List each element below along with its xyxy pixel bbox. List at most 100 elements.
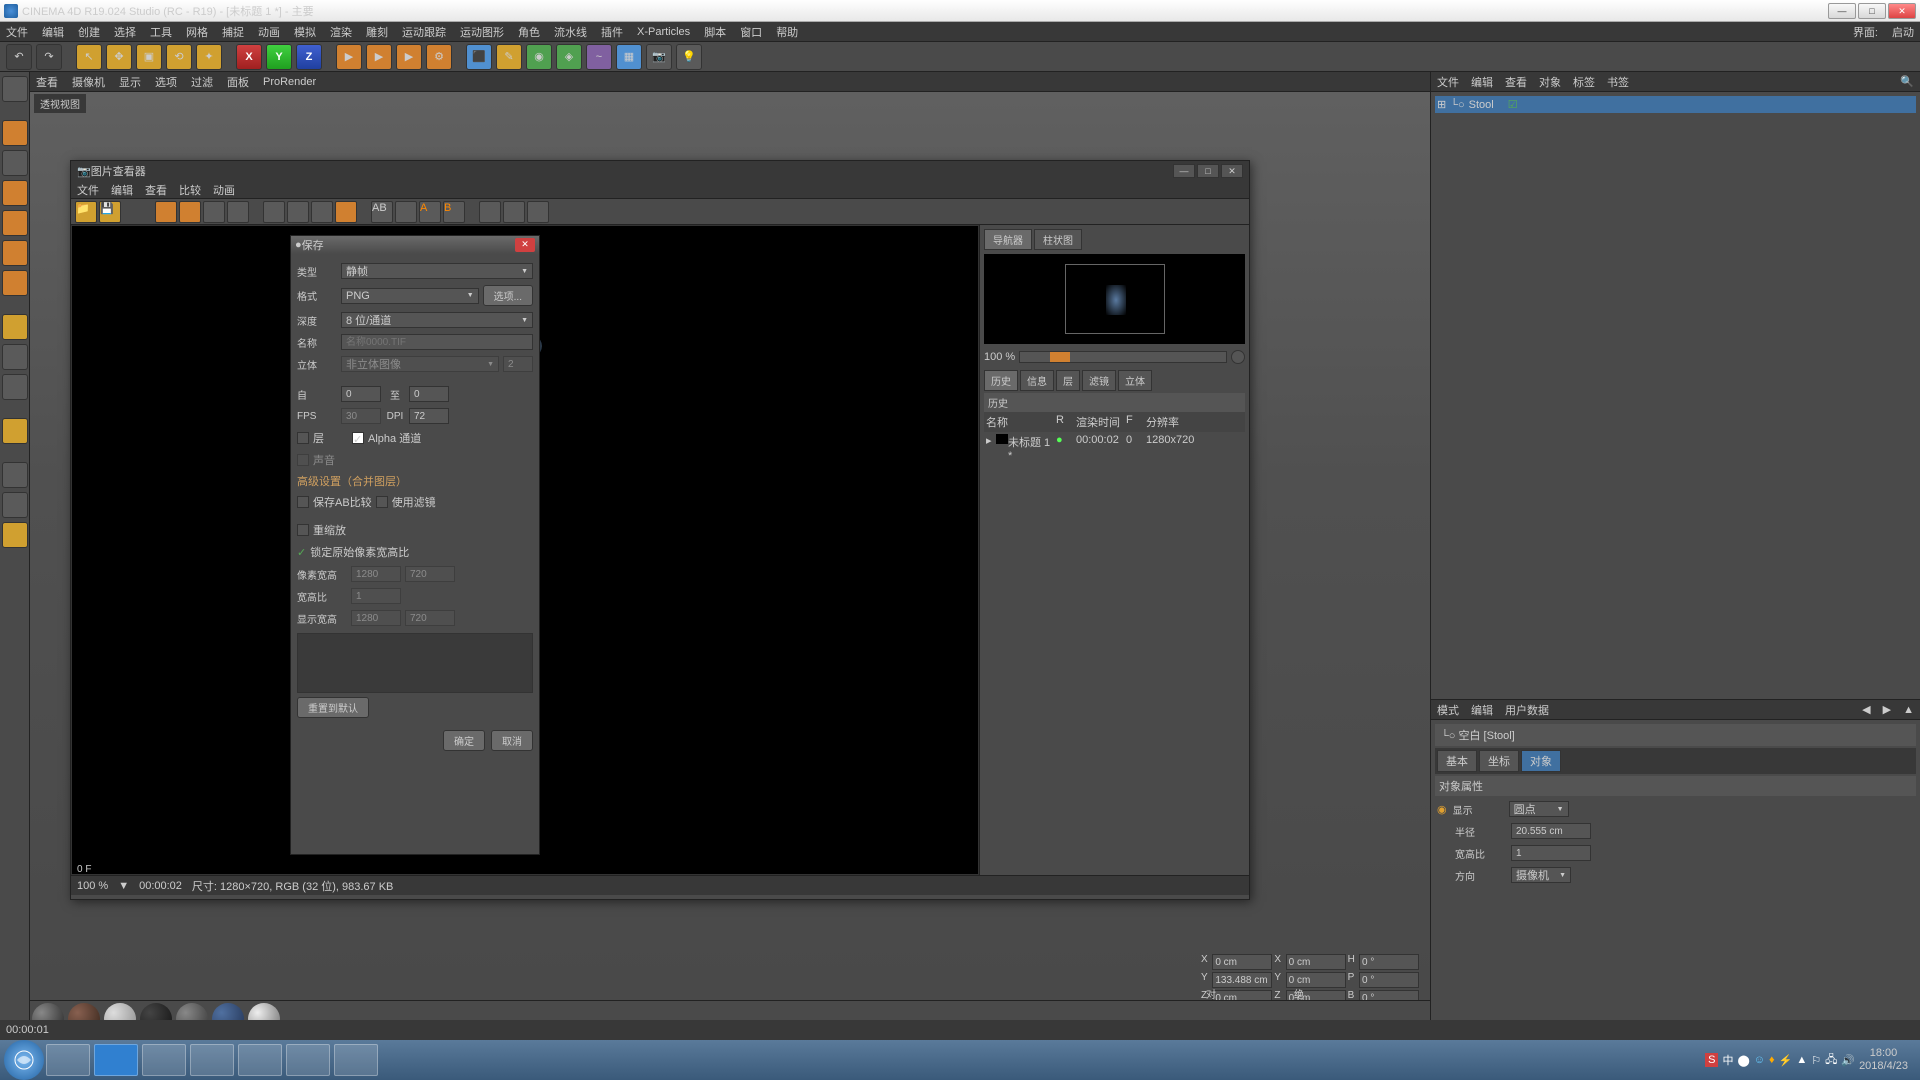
close-button[interactable]: ✕ — [1888, 3, 1916, 19]
pv-tool3-button[interactable] — [203, 201, 225, 223]
x-size-input[interactable] — [1286, 954, 1346, 970]
menu-edit[interactable]: 编辑 — [42, 24, 64, 40]
p-input[interactable] — [1359, 972, 1419, 988]
pv-channel2-button[interactable] — [287, 201, 309, 223]
workplane2-button[interactable] — [2, 418, 28, 444]
floor-button[interactable]: ▦ — [616, 44, 642, 70]
last-tool[interactable]: ✦ — [196, 44, 222, 70]
tray-icon[interactable]: ♦ — [1769, 1054, 1775, 1066]
ok-button[interactable]: 确定 — [443, 730, 485, 751]
ratio-input[interactable] — [1511, 845, 1591, 861]
pv-a-button[interactable]: A — [419, 201, 441, 223]
task-c4d[interactable] — [286, 1044, 330, 1076]
start-button[interactable] — [4, 1040, 44, 1080]
tray-icon[interactable]: ⬤ — [1737, 1054, 1749, 1067]
tab-basic[interactable]: 基本 — [1437, 750, 1477, 772]
menu-create[interactable]: 创建 — [78, 24, 100, 40]
attr-menu-userdata[interactable]: 用户数据 — [1505, 702, 1549, 718]
tray-lang-icon[interactable]: 中 — [1722, 1052, 1733, 1068]
aspect-input[interactable] — [351, 588, 401, 604]
nav-back-icon[interactable]: ◀ — [1862, 703, 1870, 716]
tab-object[interactable]: 对象 — [1521, 750, 1561, 772]
menu-render[interactable]: 渲染 — [330, 24, 352, 40]
attr-menu-mode[interactable]: 模式 — [1437, 702, 1459, 718]
h-input[interactable] — [1359, 954, 1419, 970]
pv-menu-file[interactable]: 文件 — [77, 182, 99, 198]
minimize-button[interactable]: — — [1828, 3, 1856, 19]
pixel-w-input[interactable] — [351, 566, 401, 582]
tray-flag-icon[interactable]: ⚐ — [1811, 1054, 1821, 1067]
tab-coord[interactable]: 坐标 — [1479, 750, 1519, 772]
obj-menu-object[interactable]: 对象 — [1539, 74, 1561, 90]
fps-input[interactable] — [341, 408, 381, 424]
orient-select[interactable]: 摄像机 — [1511, 867, 1571, 883]
camera-button[interactable]: 📷 — [646, 44, 672, 70]
y-pos-input[interactable] — [1212, 972, 1272, 988]
pv-maximize-button[interactable]: □ — [1197, 164, 1219, 178]
cube-button[interactable]: ⬛ — [466, 44, 492, 70]
layout-value[interactable]: 启动 — [1892, 24, 1914, 40]
stereo-num-input[interactable] — [503, 356, 533, 372]
pen-button[interactable]: ✎ — [496, 44, 522, 70]
snap-button[interactable] — [2, 374, 28, 400]
x-pos-input[interactable] — [1212, 954, 1272, 970]
axis-x-toggle[interactable]: X — [236, 44, 262, 70]
from-input[interactable] — [341, 386, 381, 402]
scale-tool[interactable]: ▣ — [136, 44, 162, 70]
task-app4[interactable] — [238, 1044, 282, 1076]
tab-history[interactable]: 历史 — [984, 370, 1018, 391]
viewport-solo-button[interactable] — [2, 344, 28, 370]
bend-button[interactable]: ~ — [586, 44, 612, 70]
menu-tools[interactable]: 工具 — [150, 24, 172, 40]
display-w-input[interactable] — [351, 610, 401, 626]
pixel-h-input[interactable] — [405, 566, 455, 582]
obj-menu-file[interactable]: 文件 — [1437, 74, 1459, 90]
task-paint[interactable] — [334, 1044, 378, 1076]
radius-input[interactable] — [1511, 823, 1591, 839]
undo-button[interactable]: ↶ — [6, 44, 32, 70]
pv-tool2-button[interactable] — [179, 201, 201, 223]
menu-snap[interactable]: 捕捉 — [222, 24, 244, 40]
pv-save-button[interactable]: 💾 — [99, 201, 121, 223]
system-clock[interactable]: 18:00 2018/4/23 — [1859, 1047, 1908, 1073]
history-row[interactable]: ▸ 未标题 1 * ● 00:00:02 0 1280x720 — [984, 432, 1245, 464]
instance-button[interactable]: ◈ — [556, 44, 582, 70]
thumbnail[interactable] — [1065, 264, 1165, 334]
menu-pipeline[interactable]: 流水线 — [554, 24, 587, 40]
render-pv-button[interactable]: ▶ — [366, 44, 392, 70]
maximize-button[interactable]: □ — [1858, 3, 1886, 19]
redo-button[interactable]: ↷ — [36, 44, 62, 70]
tray-icon[interactable]: ⚡ — [1779, 1054, 1793, 1067]
axis-y-toggle[interactable]: Y — [266, 44, 292, 70]
light-button[interactable]: 💡 — [676, 44, 702, 70]
select-tool[interactable]: ↖ — [76, 44, 102, 70]
menu-select[interactable]: 选择 — [114, 24, 136, 40]
tab-stereo[interactable]: 立体 — [1118, 370, 1152, 391]
menu-mograph[interactable]: 运动图形 — [460, 24, 504, 40]
render-button[interactable]: ▶ — [336, 44, 362, 70]
tray-icon[interactable]: ☺ — [1754, 1054, 1765, 1066]
pv-grid3-button[interactable] — [527, 201, 549, 223]
format-select[interactable]: PNG — [341, 288, 479, 304]
layer-checkbox[interactable] — [297, 432, 309, 444]
display-select[interactable]: 圆点 — [1509, 801, 1569, 817]
zoom-reset-button[interactable] — [1231, 350, 1245, 364]
pv-minimize-button[interactable]: — — [1173, 164, 1195, 178]
pv-channel3-button[interactable] — [311, 201, 333, 223]
axis-z-toggle[interactable]: Z — [296, 44, 322, 70]
menu-character[interactable]: 角色 — [518, 24, 540, 40]
cancel-button[interactable]: 取消 — [491, 730, 533, 751]
menu-animate[interactable]: 动画 — [258, 24, 280, 40]
menu-mesh[interactable]: 网格 — [186, 24, 208, 40]
obj-menu-bookmarks[interactable]: 书签 — [1607, 74, 1629, 90]
task-app3[interactable] — [190, 1044, 234, 1076]
to-input[interactable] — [409, 386, 449, 402]
format-options-button[interactable]: 选项... — [483, 285, 533, 306]
tab-info[interactable]: 信息 — [1020, 370, 1054, 391]
menu-xparticles[interactable]: X-Particles — [637, 26, 690, 38]
vp-menu-camera[interactable]: 摄像机 — [72, 74, 105, 90]
axis-button[interactable] — [2, 314, 28, 340]
obj-menu-tags[interactable]: 标签 — [1573, 74, 1595, 90]
name-input[interactable] — [341, 334, 533, 350]
attr-menu-edit[interactable]: 编辑 — [1471, 702, 1493, 718]
